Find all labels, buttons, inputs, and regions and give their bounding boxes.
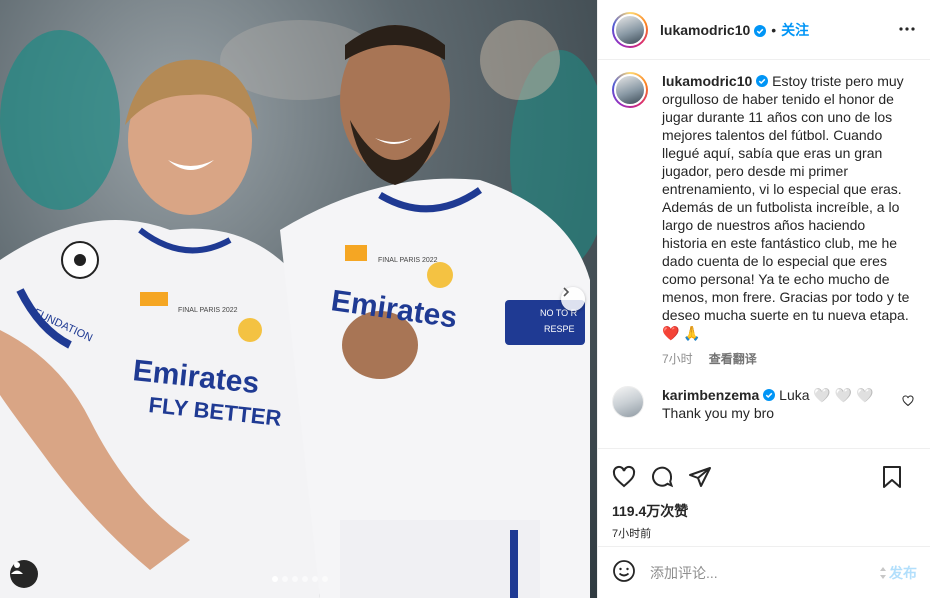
carousel-dot	[302, 576, 308, 582]
likes-count[interactable]: 119.4万次赞	[612, 501, 917, 521]
carousel-dot	[312, 576, 318, 582]
avatar-photo	[614, 13, 646, 46]
verified-badge-icon	[763, 387, 776, 401]
save-bookmark-icon[interactable]	[881, 465, 903, 489]
comment-bubble-icon[interactable]	[650, 465, 674, 489]
comment-composer: 发布	[598, 546, 930, 598]
caption-avatar[interactable]	[612, 72, 648, 108]
caption-meta: 7小时 查看翻译	[662, 350, 912, 368]
verified-badge-icon	[754, 24, 767, 37]
final-paris-luka: FINAL PARIS 2022	[178, 307, 238, 314]
post-media[interactable]: FUNDATION Emirates FLY BETTER Emirates F…	[0, 0, 597, 598]
tagged-users-button[interactable]	[10, 560, 38, 588]
caption-text: Estoy triste pero muy orgulloso de haber…	[662, 73, 910, 341]
more-options-icon[interactable]	[898, 20, 916, 41]
post-header: lukamodric10 • 关注	[598, 0, 930, 60]
post-photo: FUNDATION Emirates FLY BETTER Emirates F…	[0, 20, 597, 598]
comment-text-line1: Luka 🤍 🤍 🤍	[779, 387, 874, 403]
like-comment-heart-icon[interactable]	[902, 394, 914, 410]
carousel-dot	[272, 576, 278, 582]
armband-text-2: RESPE	[544, 324, 575, 334]
post-comment-button[interactable]: 发布	[879, 563, 917, 583]
header-separator: •	[771, 21, 777, 38]
verified-badge-icon	[756, 73, 769, 87]
carousel-dot	[282, 576, 288, 582]
comment-body: karimbenzema Luka 🤍 🤍 🤍 Thank you my bro	[662, 386, 892, 422]
sort-arrows-icon	[880, 566, 886, 579]
comment-item: karimbenzema Luka 🤍 🤍 🤍 Thank you my bro	[612, 386, 916, 422]
comment-text-line2: Thank you my bro	[662, 405, 775, 421]
comment-avatar[interactable]	[612, 386, 644, 418]
emoji-smiley-icon[interactable]	[612, 559, 636, 586]
carousel-indicator	[272, 576, 328, 582]
final-paris-karim: FINAL PARIS 2022	[378, 257, 438, 264]
carousel-dot	[322, 576, 328, 582]
caption: lukamodric10 Estoy triste pero muy orgul…	[612, 72, 916, 368]
carousel-dot	[292, 576, 298, 582]
author-username[interactable]: lukamodric10	[660, 22, 750, 38]
author-avatar[interactable]	[612, 11, 648, 48]
avatar-photo	[614, 74, 646, 106]
post-button-label: 发布	[889, 564, 917, 581]
post-side-panel: lukamodric10 • 关注 lukamodric10 Estoy tri…	[597, 0, 930, 598]
like-heart-icon[interactable]	[612, 465, 636, 489]
share-paper-plane-icon[interactable]	[688, 465, 712, 489]
comments-section[interactable]: lukamodric10 Estoy triste pero muy orgul…	[598, 60, 930, 446]
comment-input[interactable]	[650, 564, 850, 581]
comment-username[interactable]: karimbenzema	[662, 387, 759, 403]
follow-button[interactable]: 关注	[781, 20, 809, 40]
caption-username[interactable]: lukamodric10	[662, 73, 752, 89]
post-time-ago: 7小时前	[612, 528, 652, 540]
action-bar	[612, 463, 917, 491]
caption-time: 7小时	[662, 352, 693, 366]
see-translation-link[interactable]: 查看翻译	[709, 350, 757, 368]
post-viewer: FUNDATION Emirates FLY BETTER Emirates F…	[0, 0, 930, 598]
carousel-next-button[interactable]	[561, 287, 585, 311]
caption-body: lukamodric10 Estoy triste pero muy orgul…	[662, 72, 912, 368]
post-actions: 119.4万次赞 7小时前	[598, 448, 930, 541]
